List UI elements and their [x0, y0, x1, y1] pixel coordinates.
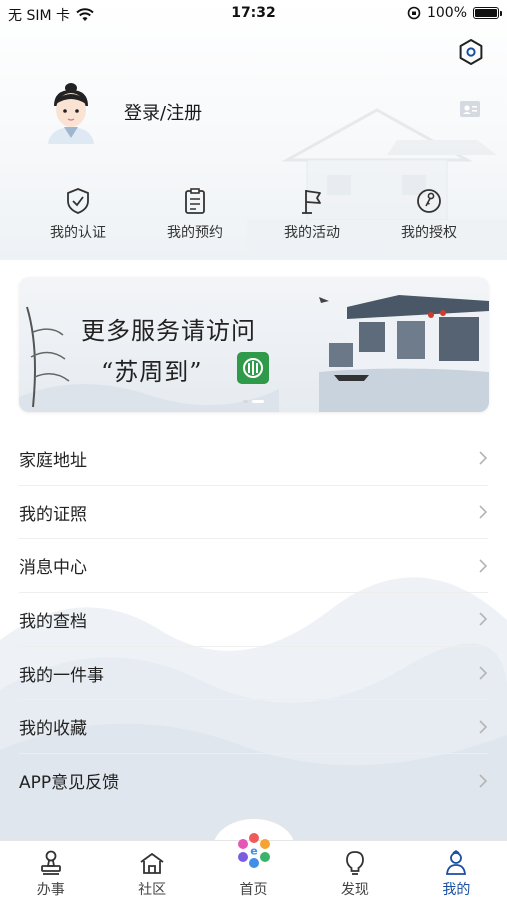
menu-item-my-licenses[interactable]: 我的证照: [19, 486, 488, 540]
battery-icon: [473, 7, 502, 19]
quick-action-label: 我的授权: [401, 225, 457, 241]
carousel-indicator[interactable]: [243, 400, 264, 403]
community-icon: [140, 852, 164, 874]
chevron-right-icon: [479, 774, 488, 788]
tab-label: 我的: [442, 882, 471, 898]
svg-text:e: e: [250, 845, 257, 858]
chevron-right-icon: [479, 451, 488, 465]
home-logo-icon[interactable]: e: [234, 830, 274, 870]
person-icon: [446, 850, 467, 875]
tab-discover[interactable]: 发现: [304, 841, 405, 900]
tab-label: 办事: [36, 882, 65, 898]
tab-community[interactable]: 社区: [101, 841, 202, 900]
tab-mine[interactable]: 我的: [406, 841, 507, 900]
suzhoudao-logo-icon: [237, 352, 269, 384]
status-bar: 无 SIM 卡 17:32 100%: [0, 0, 507, 28]
tab-label: 首页: [239, 882, 268, 898]
carousel-dot[interactable]: [243, 400, 248, 403]
menu-item-archive-query[interactable]: 我的查档: [19, 593, 488, 647]
quick-action-certification[interactable]: 我的认证: [20, 186, 136, 242]
avatar[interactable]: [40, 80, 102, 144]
promo-banner[interactable]: 更多服务请访问 “苏周到”: [19, 277, 489, 412]
stamp-icon: [40, 850, 61, 875]
quick-action-label: 我的预约: [167, 225, 223, 241]
battery-level: [475, 9, 497, 17]
chevron-right-icon: [479, 666, 488, 680]
orientation-lock-icon: [407, 6, 421, 20]
chevron-right-icon: [479, 559, 488, 573]
chevron-right-icon: [479, 612, 488, 626]
menu-item-feedback[interactable]: APP意见反馈: [19, 754, 488, 808]
settings-icon[interactable]: [457, 38, 485, 66]
menu-item-label: 我的一件事: [19, 665, 104, 686]
id-card-icon[interactable]: [459, 100, 481, 118]
flag-icon: [302, 190, 321, 214]
menu-item-label: 我的查档: [19, 611, 87, 632]
menu-item-label: APP意见反馈: [19, 773, 120, 794]
login-register-link[interactable]: 登录/注册: [124, 99, 202, 125]
clipboard-icon: [185, 188, 205, 214]
quick-action-label: 我的认证: [50, 225, 106, 241]
tab-label: 发现: [340, 882, 369, 898]
chevron-right-icon: [479, 505, 488, 519]
carousel-dot-active[interactable]: [252, 400, 264, 403]
quick-action-appointment[interactable]: 我的预约: [137, 186, 253, 242]
quick-actions: 我的认证 我的预约 我的活动 我的授权: [0, 186, 507, 242]
quick-action-authorization[interactable]: 我的授权: [371, 186, 487, 242]
tab-label: 社区: [138, 882, 167, 898]
menu-item-label: 我的收藏: [19, 719, 87, 740]
battery-percent: 100%: [426, 5, 467, 21]
banner-subtitle: “苏周到”: [101, 358, 203, 386]
menu-item-label: 消息中心: [19, 558, 87, 579]
chevron-right-icon: [479, 720, 488, 734]
menu-item-label: 家庭地址: [19, 450, 87, 471]
key-icon: [417, 189, 441, 213]
shield-check-icon: [67, 188, 89, 214]
menu-item-home-address[interactable]: 家庭地址: [19, 432, 488, 486]
quick-action-label: 我的活动: [284, 225, 340, 241]
banner-title: 更多服务请访问: [81, 317, 256, 345]
menu-list: 家庭地址 我的证照 消息中心 我的查档 我的一件事 我的收藏 APP意见反馈: [0, 432, 507, 808]
menu-item-message-center[interactable]: 消息中心: [19, 539, 488, 594]
quick-action-activity[interactable]: 我的活动: [254, 186, 370, 242]
menu-item-one-thing[interactable]: 我的一件事: [19, 647, 488, 701]
menu-item-favorites[interactable]: 我的收藏: [19, 700, 488, 755]
lightbulb-icon: [346, 851, 364, 875]
menu-item-label: 我的证照: [19, 504, 87, 525]
tab-services[interactable]: 办事: [0, 841, 101, 900]
